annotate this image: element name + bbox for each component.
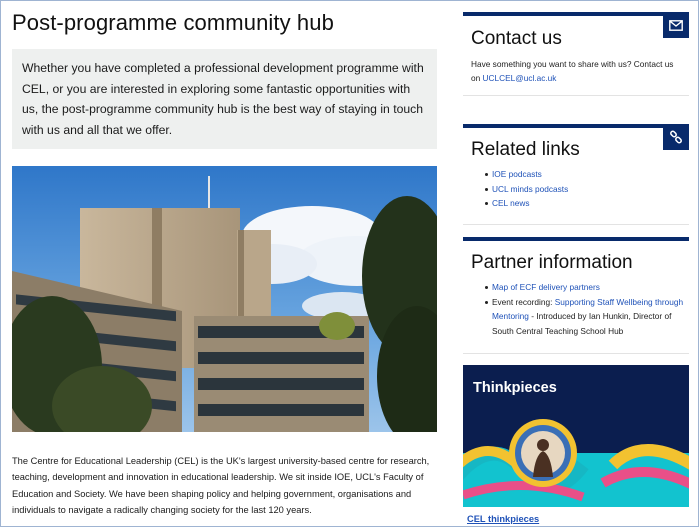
contact-text: Have something you want to share with us… — [463, 57, 689, 85]
about-text: The Centre for Educational Leadership (C… — [12, 456, 430, 515]
cel-news-link[interactable]: CEL news — [492, 198, 530, 208]
partner-information-card: Partner information Map of ECF delivery … — [463, 237, 689, 354]
contact-email-link[interactable]: UCLCEL@ucl.ac.uk — [483, 73, 557, 83]
cel-thinkpieces-link[interactable]: CEL thinkpieces — [467, 514, 539, 524]
list-item: Event recording: Supporting Staff Wellbe… — [485, 295, 689, 339]
ucl-minds-podcasts-link[interactable]: UCL minds podcasts — [492, 184, 568, 194]
list-item: CEL news — [485, 196, 689, 211]
event-recording-prefix: Event recording: — [492, 296, 555, 307]
page-title: Post-programme community hub — [12, 10, 334, 35]
intro-text: Whether you have completed a professiona… — [22, 61, 424, 137]
contact-title: Contact us — [471, 28, 562, 49]
building-photo — [12, 166, 437, 432]
list-item: UCL minds podcasts — [485, 182, 689, 197]
related-links-list: IOE podcasts UCL minds podcasts CEL news — [463, 167, 689, 211]
partner-list: Map of ECF delivery partners Event recor… — [463, 280, 689, 338]
list-item: IOE podcasts — [485, 167, 689, 182]
partner-information-title: Partner information — [471, 252, 633, 273]
thinkpieces-banner[interactable]: Thinkpieces — [463, 365, 689, 507]
envelope-icon — [663, 12, 689, 38]
list-item: Map of ECF delivery partners — [485, 280, 689, 295]
contact-card: Contact us Have something you want to sh… — [463, 12, 689, 96]
ecf-partners-map-link[interactable]: Map of ECF delivery partners — [492, 282, 600, 292]
ioe-podcasts-link[interactable]: IOE podcasts — [492, 169, 542, 179]
related-links-title: Related links — [471, 139, 580, 160]
intro-panel: Whether you have completed a professiona… — [12, 49, 437, 149]
thinkpieces-label: Thinkpieces — [473, 380, 557, 396]
link-icon — [663, 124, 689, 150]
related-links-card: Related links IOE podcasts UCL minds pod… — [463, 124, 689, 225]
